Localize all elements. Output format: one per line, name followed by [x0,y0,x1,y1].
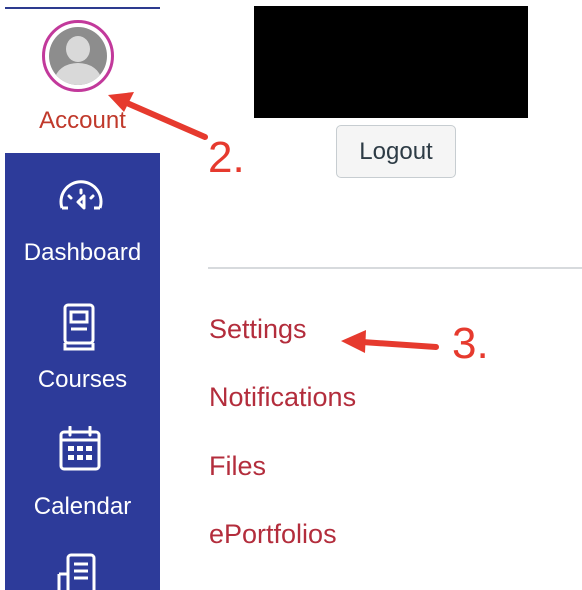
eportfolios-link[interactable]: ePortfolios [209,519,337,550]
nav-account-label[interactable]: Account [5,107,160,135]
step2-annotation: 2. [208,133,245,182]
nav-dashboard-label[interactable]: Dashboard [5,239,160,267]
step3-annotation: 3. [452,319,489,368]
courses-icon[interactable] [62,302,98,352]
logout-button[interactable]: Logout [336,125,456,178]
notifications-link[interactable]: Notifications [209,382,356,413]
nav-calendar-label[interactable]: Calendar [5,493,160,521]
avatar-icon[interactable] [42,20,114,92]
calendar-icon[interactable] [58,426,102,472]
nav-top-border [5,0,160,9]
step3-arrow-icon [341,330,439,353]
settings-link[interactable]: Settings [209,314,307,345]
divider [208,267,582,269]
dashboard-icon[interactable] [56,178,106,214]
redacted-user-info [254,6,528,118]
nav-courses-label[interactable]: Courses [5,366,160,394]
avatar-image [49,27,107,85]
files-link[interactable]: Files [209,451,266,482]
inbox-icon[interactable] [56,552,104,590]
